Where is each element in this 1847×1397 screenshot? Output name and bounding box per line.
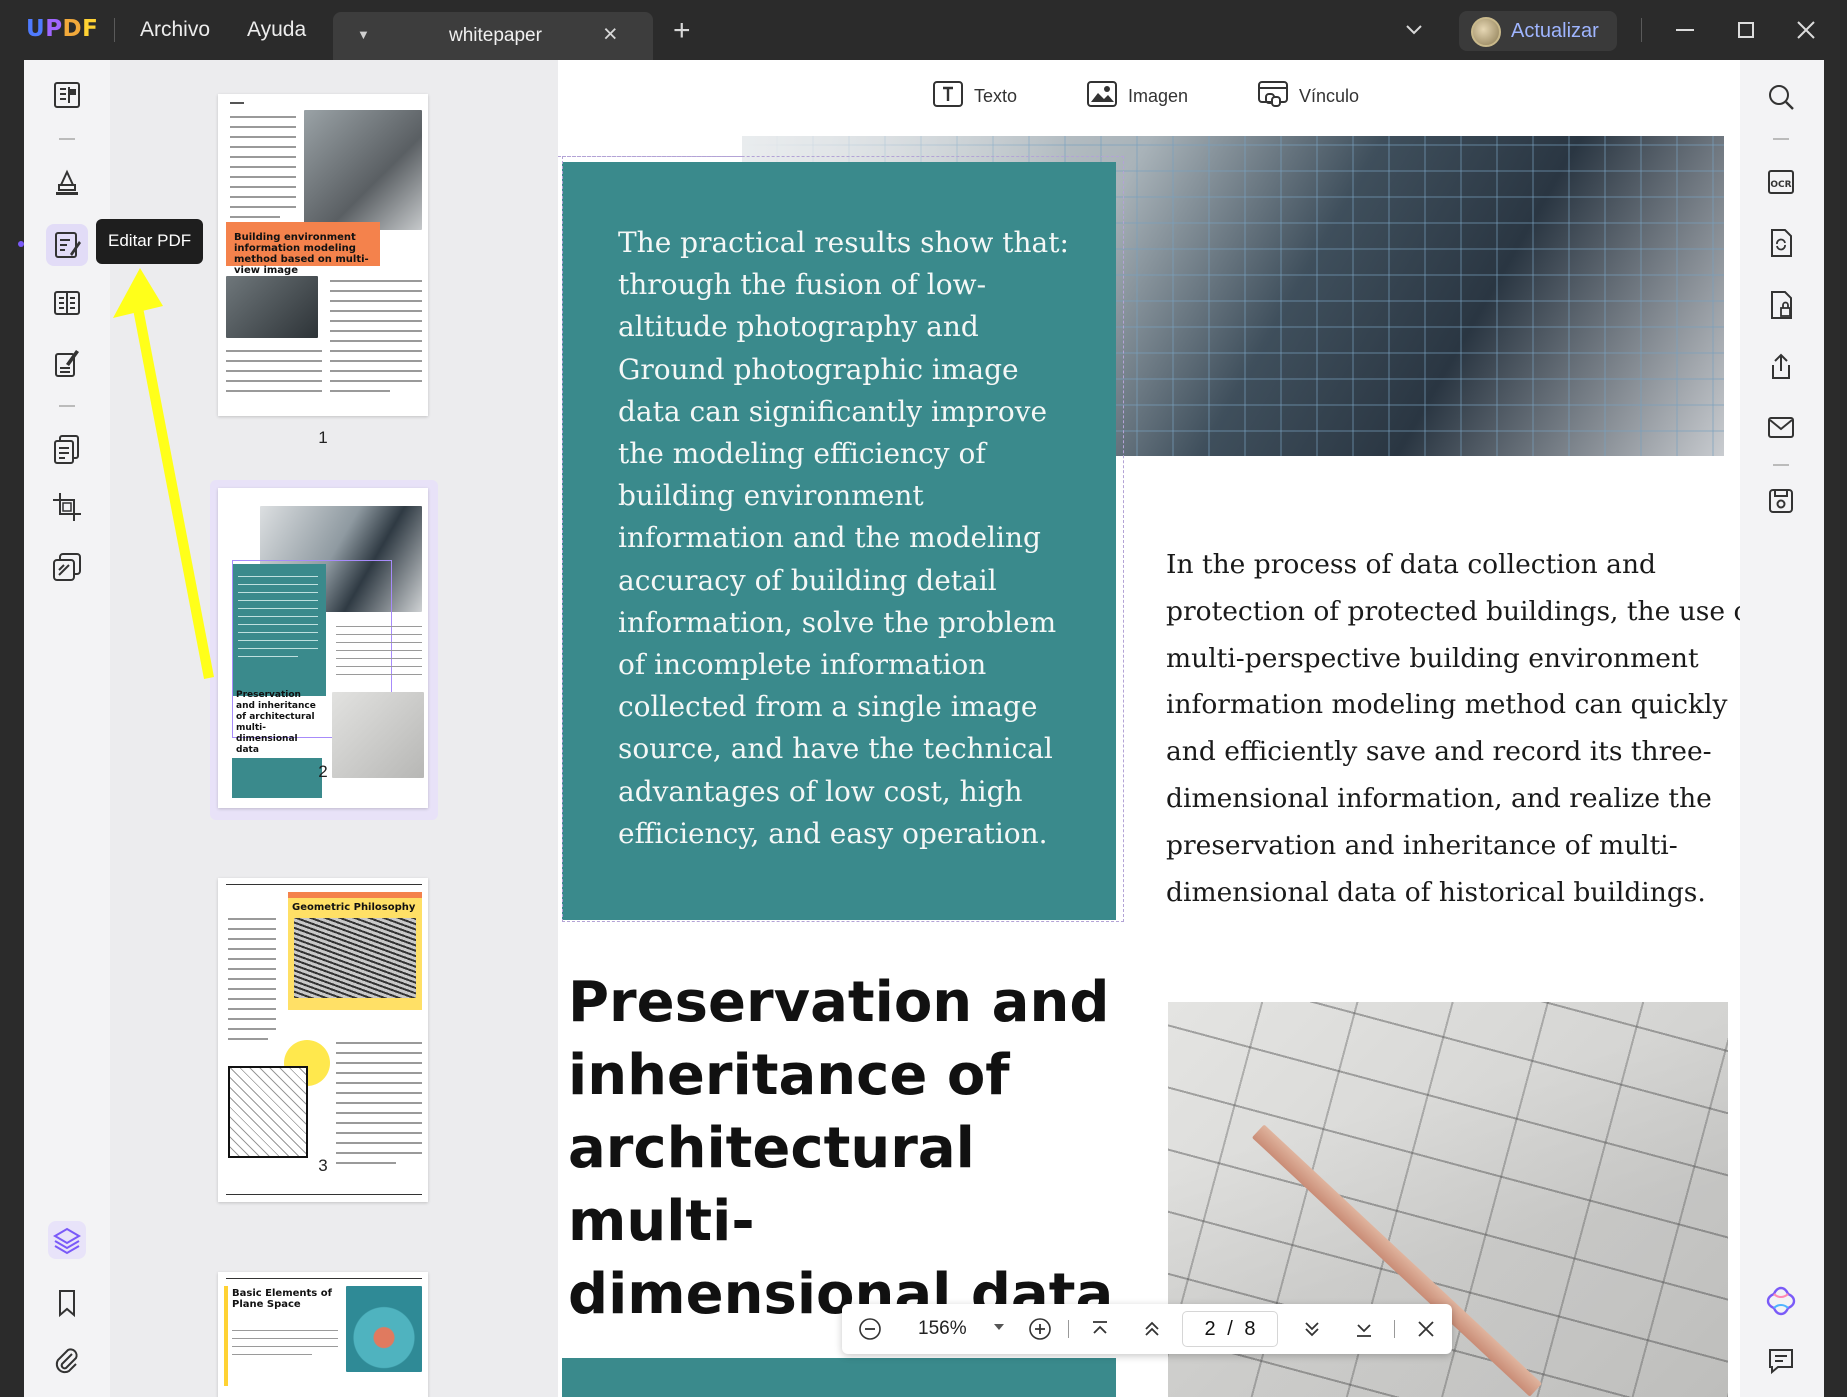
add-text-label: Texto xyxy=(974,86,1018,106)
first-page-button[interactable] xyxy=(1088,1317,1112,1341)
zoom-in-button[interactable] xyxy=(1028,1317,1052,1341)
close-window-button[interactable] xyxy=(1790,14,1822,46)
svg-text:OCR: OCR xyxy=(1770,180,1791,190)
current-page: 2 xyxy=(1204,1318,1216,1340)
protect-icon[interactable] xyxy=(1764,288,1798,322)
total-pages: 8 xyxy=(1244,1318,1256,1340)
tab-close-icon[interactable]: × xyxy=(603,20,618,49)
thumb-number-3: 3 xyxy=(318,1156,328,1175)
zoom-level[interactable]: 156% xyxy=(918,1318,967,1340)
layers-icon[interactable] xyxy=(50,1223,84,1257)
comments-icon[interactable] xyxy=(1764,1344,1798,1378)
ocr-icon[interactable]: OCR xyxy=(1764,164,1798,198)
zoom-out-button[interactable] xyxy=(858,1317,882,1341)
document-area: Texto Imagen Vínculo The practical resul… xyxy=(558,60,1740,1397)
email-icon[interactable] xyxy=(1764,410,1798,444)
body-line: multi-perspective building environment xyxy=(1166,642,1699,674)
bookmark-icon[interactable] xyxy=(50,1286,84,1320)
chevron-down-icon[interactable] xyxy=(1403,18,1425,40)
body-line: and efficiently save and record its thre… xyxy=(1166,736,1712,768)
page-thumbnail-4[interactable]: Basic Elements of Plane Space xyxy=(218,1272,428,1397)
tab-title: whitepaper xyxy=(449,25,542,46)
convert-icon[interactable] xyxy=(1764,226,1798,260)
thumb-4-label: Basic Elements of Plane Space xyxy=(232,1288,332,1310)
last-page-button[interactable] xyxy=(1352,1317,1376,1341)
toolbar-separator xyxy=(1773,138,1789,140)
section-heading[interactable]: Preservation and inheritance of architec… xyxy=(568,966,1128,1331)
pencil-shape xyxy=(1251,1124,1543,1397)
thumb-number-2: 2 xyxy=(318,762,328,781)
toolbar-separator xyxy=(1773,464,1789,466)
annotation-arrow-icon xyxy=(113,268,214,679)
zoom-separator xyxy=(1068,1320,1069,1338)
upgrade-button[interactable]: Actualizar xyxy=(1459,11,1617,51)
thumb-3-label: Geometric Philosophy xyxy=(292,902,416,913)
maximize-button[interactable] xyxy=(1730,14,1762,46)
teal-paragraph[interactable]: The practical results show that: through… xyxy=(618,222,1088,855)
upgrade-label: Actualizar xyxy=(1511,20,1599,42)
attachment-icon[interactable] xyxy=(50,1345,84,1379)
thumb-sketch xyxy=(228,1066,308,1158)
next-page-button[interactable] xyxy=(1300,1317,1324,1341)
body-line: In the process of data collection and xyxy=(1166,549,1657,580)
body-line: dimensional information, and realize the xyxy=(1166,782,1712,814)
page-separator: / xyxy=(1227,1318,1233,1340)
body-line: dimensional data of historical buildings… xyxy=(1166,876,1706,908)
edit-toolbar: Texto Imagen Vínculo xyxy=(558,60,1740,136)
body-line: information modeling method can quickly xyxy=(1166,689,1728,721)
previous-page-button[interactable] xyxy=(1140,1317,1164,1341)
title-separator xyxy=(1641,18,1642,42)
teal-bottom-box xyxy=(562,1358,1116,1397)
zoom-dropdown-icon[interactable] xyxy=(992,1322,1006,1332)
body-paragraph[interactable]: In the process of data collection and pr… xyxy=(1166,542,1740,916)
page-number-field[interactable]: 2 / 8 xyxy=(1182,1311,1278,1347)
add-image-label: Imagen xyxy=(1128,86,1189,106)
minimize-button[interactable] xyxy=(1669,14,1701,46)
body-line: protection of protected buildings, the u… xyxy=(1166,595,1740,627)
add-link-label: Vínculo xyxy=(1299,86,1360,106)
pdf-page: The practical results show that: through… xyxy=(558,136,1740,1397)
search-icon[interactable] xyxy=(1764,80,1798,114)
zoom-navigation-bar: 156% 2 / 8 xyxy=(842,1304,1452,1354)
avatar xyxy=(1471,17,1501,47)
body-line: preservation and inheritance of multi- xyxy=(1166,829,1678,861)
save-icon[interactable] xyxy=(1764,484,1798,518)
ai-assistant-icon[interactable] xyxy=(1764,1284,1798,1318)
zoom-separator xyxy=(1394,1320,1395,1338)
share-icon[interactable] xyxy=(1764,350,1798,384)
page-thumbnail-3[interactable]: Geometric Philosophy xyxy=(218,878,428,1202)
close-navigation-icon[interactable] xyxy=(1414,1317,1438,1341)
right-toolbar: OCR xyxy=(1740,60,1824,1397)
new-tab-icon[interactable]: + xyxy=(673,16,691,46)
